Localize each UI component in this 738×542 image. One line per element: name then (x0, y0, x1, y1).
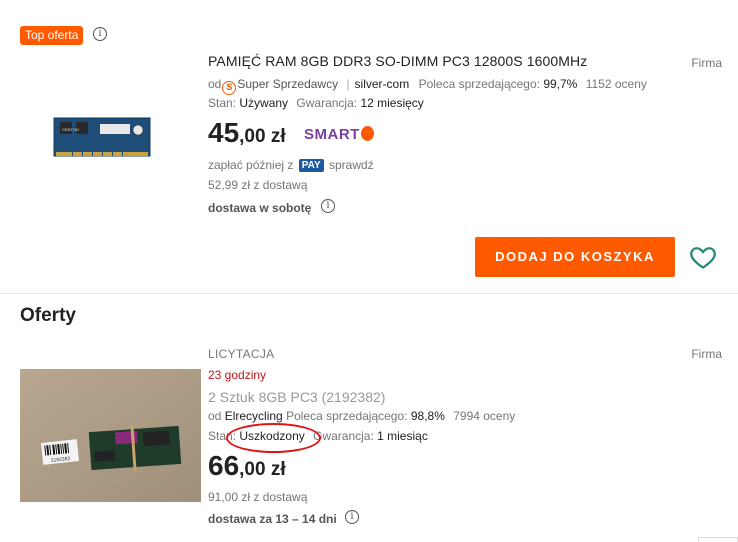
od-label: od (208, 77, 222, 91)
delivery-label: dostawa za 13 – 14 dni (208, 512, 337, 526)
top-offer-badge: Top oferta (20, 26, 84, 45)
total-with-delivery: 52,99 zł z dostawą (208, 178, 308, 192)
seller-row: od Elrecycling Poleca sprzedającego: 98,… (208, 409, 515, 423)
ratings-count: 1152 oceny (585, 77, 647, 91)
seller-row: od S Super Sprzedawcy | silver-com Poleca s… (208, 77, 647, 95)
product-title-link[interactable]: PAMIĘĆ RAM 8GB DDR3 SO-DIMM PC3 12800S 1… (208, 53, 587, 69)
price-rest: ,00 zł (239, 126, 286, 147)
pay-check-link[interactable]: sprawdź (329, 158, 374, 172)
total-with-delivery: 91,00 zł z dostawą (208, 490, 308, 504)
condition-row: Stan: Używany Gwarancja: 12 miesięcy (208, 96, 424, 110)
warranty-value: 1 miesiąc (377, 429, 428, 443)
separator: | (346, 77, 350, 91)
recommend-value: 99,7% (543, 77, 578, 91)
product-image[interactable]: 2192382 (20, 369, 201, 502)
scroll-box (698, 537, 738, 542)
warranty-label: Gwarancja: (296, 96, 358, 110)
super-seller-icon: S (222, 81, 237, 95)
seller-name-link[interactable]: silver-com (355, 77, 410, 91)
seller-type-label: Firma (691, 56, 722, 70)
price: 66,00 zł (208, 450, 286, 482)
super-seller-label: Super Sprzedawcy (237, 77, 339, 91)
recommend-value: 98,8% (410, 409, 445, 423)
delivery-label: dostawa w sobotę (208, 201, 312, 215)
smart-label: SMART (304, 126, 360, 143)
auction-timer: 23 godziny (208, 368, 267, 382)
ratings-count: 7994 oceny (453, 409, 516, 423)
annotation-circle (226, 423, 321, 453)
smart-icon (360, 126, 374, 141)
seller-type-label: Firma (691, 347, 722, 361)
price-rest: ,00 zł (239, 459, 286, 480)
delivery-info: dostawa za 13 – 14 dni (208, 512, 337, 526)
auction-type-label: LICYTACJA (208, 347, 275, 361)
photo-brand-text: CENTON (62, 127, 79, 132)
add-to-cart-button[interactable]: DODAJ DO KOSZYKA (475, 237, 675, 277)
product-image[interactable]: CENTON (52, 108, 152, 168)
price-main: 66 (208, 450, 240, 481)
price-main: 45 (208, 117, 240, 148)
pay-badge: PAY (298, 159, 324, 172)
warranty-label: Gwarancja: (313, 429, 374, 443)
od-label: od (208, 409, 222, 423)
product-title-link[interactable]: 2 Sztuk 8GB PC3 (2192382) (208, 389, 385, 405)
recommend-label: Poleca sprzedającego: (418, 77, 540, 91)
warranty-value: 12 miesięcy (360, 96, 424, 110)
pay-later-row: zapłać później z PAY sprawdź (208, 158, 374, 172)
section-divider (0, 293, 738, 294)
smart-badge: SMART (304, 126, 374, 143)
price: 45,00 zł (208, 117, 286, 149)
recommend-label: Poleca sprzedającego: (286, 409, 408, 423)
seller-name-link[interactable]: Elrecycling (225, 409, 283, 423)
info-icon[interactable]: i (93, 27, 107, 41)
pay-later-label: zapłać później z (208, 158, 294, 172)
info-icon[interactable]: i (345, 510, 359, 524)
heart-icon[interactable] (689, 243, 717, 271)
offers-heading: Oferty (20, 305, 76, 326)
info-icon[interactable]: i (321, 199, 335, 213)
condition-label: Stan: (208, 96, 237, 110)
delivery-info: dostawa w sobotę (208, 201, 311, 215)
condition-value: Używany (239, 96, 289, 110)
